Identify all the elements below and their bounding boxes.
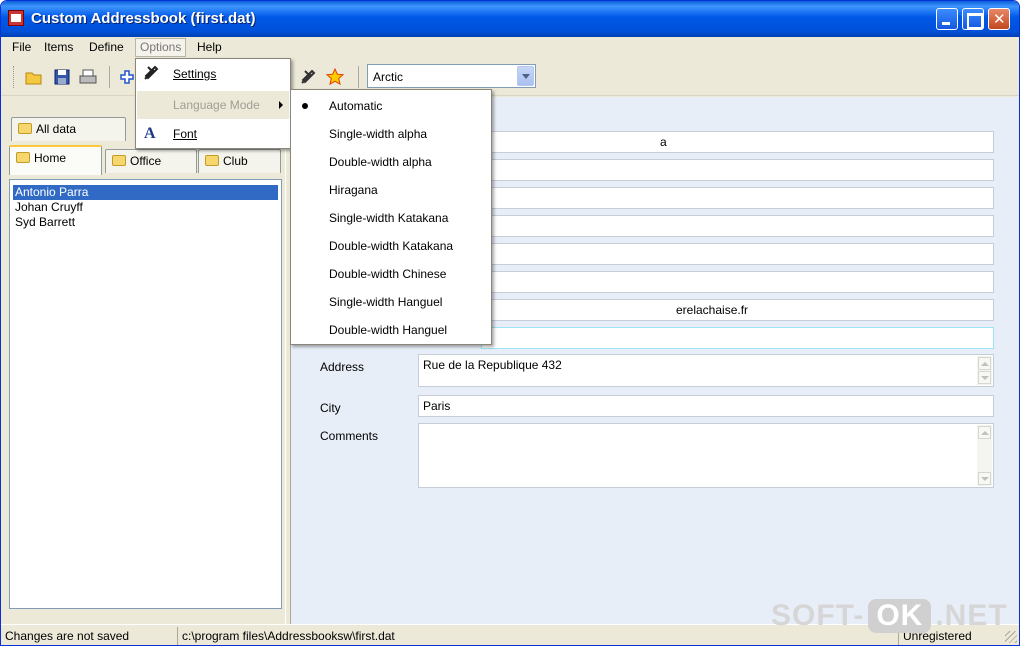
selected-bullet-icon [302, 103, 308, 109]
open-folder-icon[interactable] [25, 68, 43, 86]
tab-all-data[interactable]: All data [11, 117, 126, 141]
menu-items[interactable]: Items [44, 40, 73, 54]
title-bar[interactable]: Custom Addressbook (first.dat) [1, 1, 1019, 37]
print-icon[interactable] [79, 68, 97, 86]
add-icon[interactable] [118, 68, 136, 86]
close-button[interactable] [988, 8, 1010, 30]
comments-label: Comments [320, 429, 379, 443]
toolbar-grip[interactable] [13, 66, 16, 88]
comments-scrollbar[interactable] [977, 425, 992, 486]
city-field[interactable]: Paris [418, 395, 994, 417]
menu-item-language-double-width-chinese[interactable]: Double-width Chinese [292, 260, 490, 288]
detail-field-2[interactable] [481, 159, 994, 181]
menu-item-language-mode[interactable]: Language Mode [137, 91, 289, 119]
city-label: City [320, 401, 341, 415]
window-title: Custom Addressbook (first.dat) [31, 10, 256, 27]
menu-item-language-single-width-alpha[interactable]: Single-width alpha [292, 120, 490, 148]
list-item[interactable]: Syd Barrett [13, 215, 77, 230]
star-icon[interactable] [325, 67, 345, 86]
detail-field-focused[interactable] [481, 327, 994, 349]
email-field[interactable]: erelachaise.fr [481, 299, 994, 321]
folder-icon [18, 123, 32, 134]
comments-field[interactable] [418, 423, 994, 488]
menu-item-language-hiragana[interactable]: Hiragana [292, 176, 490, 204]
address-field[interactable]: Rue de la Republique 432 [418, 354, 994, 387]
menu-item-language-automatic[interactable]: Automatic [292, 92, 490, 120]
menu-help[interactable]: Help [197, 40, 222, 54]
language-mode-submenu: Automatic Single-width alpha Double-widt… [290, 89, 492, 345]
menu-options[interactable]: Options [135, 38, 187, 57]
menu-item-settings[interactable]: Settings [137, 60, 289, 88]
address-label: Address [320, 360, 365, 374]
detail-field-3[interactable] [481, 187, 994, 209]
tools-icon [142, 64, 160, 82]
menu-item-font[interactable]: A Font [137, 120, 289, 148]
scroll-down-icon[interactable] [978, 472, 991, 485]
scroll-up-icon[interactable] [978, 426, 991, 439]
contacts-pane: All data Home Office Club Antonio Parra … [1, 97, 291, 624]
tab-office[interactable]: Office [105, 149, 197, 173]
app-window: Custom Addressbook (first.dat) File Item… [0, 0, 1020, 646]
status-save-state: Changes are not saved [5, 629, 130, 643]
scroll-down-icon[interactable] [978, 371, 991, 384]
tab-club[interactable]: Club [198, 149, 281, 173]
contacts-list[interactable]: Antonio Parra Johan Cruyff Syd Barrett [9, 179, 282, 609]
submenu-arrow-icon [279, 101, 283, 109]
list-item[interactable]: Antonio Parra [13, 185, 278, 200]
chevron-down-icon[interactable] [517, 66, 534, 86]
tab-home[interactable]: Home [9, 145, 102, 175]
detail-field-4[interactable] [481, 215, 994, 237]
detail-field-5[interactable] [481, 243, 994, 265]
menu-define[interactable]: Define [89, 40, 124, 54]
addressbook-app-icon[interactable] [8, 10, 24, 26]
options-menu: Settings Language Mode A Font [135, 58, 291, 149]
menu-item-language-single-width-katakana[interactable]: Single-width Katakana [292, 204, 490, 232]
folder-icon [16, 152, 30, 163]
tools-icon[interactable] [299, 68, 317, 86]
theme-dropdown[interactable]: Arctic [367, 64, 536, 88]
watermark-logo: SOFT- OK .NET [771, 599, 1008, 633]
menu-item-language-double-width-alpha[interactable]: Double-width alpha [292, 148, 490, 176]
minimize-button[interactable] [936, 8, 958, 30]
save-icon[interactable] [53, 68, 71, 86]
detail-field-6[interactable] [481, 271, 994, 293]
menu-bar: File Items Define Options Help [1, 37, 1019, 58]
address-scrollbar[interactable] [977, 356, 992, 385]
menu-file[interactable]: File [12, 40, 31, 54]
maximize-button[interactable] [962, 8, 984, 30]
menu-item-language-double-width-hanguel[interactable]: Double-width Hanguel [292, 316, 490, 344]
scroll-up-icon[interactable] [978, 357, 991, 370]
detail-field-1[interactable]: a [481, 131, 994, 153]
list-item[interactable]: Johan Cruyff [13, 200, 85, 215]
theme-value: Arctic [373, 70, 403, 84]
menu-item-language-double-width-katakana[interactable]: Double-width Katakana [292, 232, 490, 260]
folder-icon [205, 155, 219, 166]
font-icon: A [144, 125, 156, 142]
menu-item-language-single-width-hanguel[interactable]: Single-width Hanguel [292, 288, 490, 316]
folder-icon [112, 155, 126, 166]
